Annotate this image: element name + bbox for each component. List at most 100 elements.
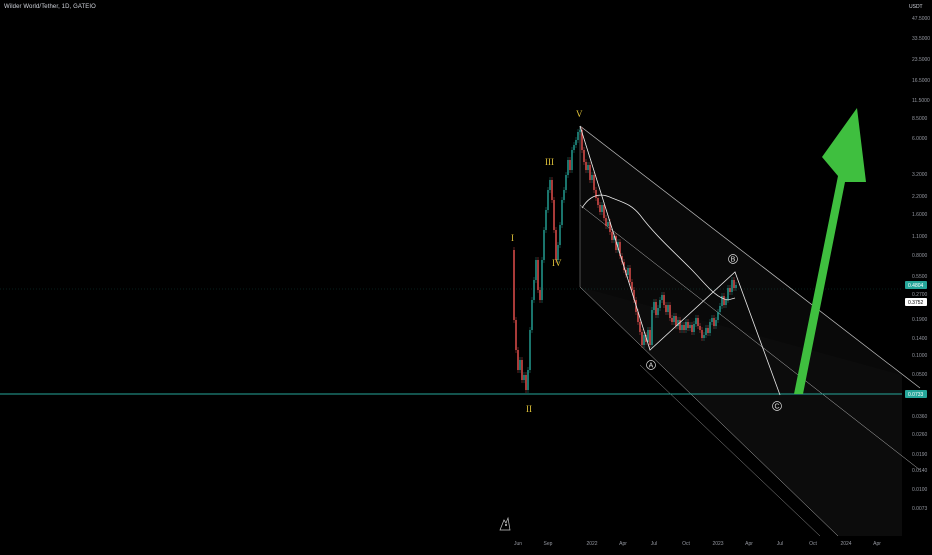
- svg-text:B: B: [731, 257, 736, 264]
- candle-body: [693, 324, 695, 332]
- candle-body: [729, 288, 731, 292]
- time-tick: Jun: [514, 541, 522, 547]
- time-tick: Apr: [745, 541, 753, 547]
- candle-body: [697, 318, 699, 326]
- candle-body: [647, 330, 649, 342]
- candle-body: [515, 320, 517, 350]
- candle-body: [707, 328, 709, 333]
- time-tick: Jul: [651, 541, 657, 547]
- time-axis[interactable]: Jun Sep 2022 Apr Jul Oct 2023 Apr Jul Oct 2024 Apr: [514, 541, 881, 547]
- price-tick: 0.1900: [912, 317, 928, 323]
- candle-body: [607, 222, 609, 226]
- candle-body: [541, 260, 543, 300]
- candle-body: [629, 268, 631, 282]
- time-tick: Jul: [777, 541, 783, 547]
- candle-body: [535, 260, 537, 280]
- wave-label-i: I: [511, 233, 514, 243]
- candle-body: [599, 205, 601, 212]
- candle-body: [713, 318, 715, 326]
- candle-body: [525, 375, 527, 390]
- candle-body: [583, 150, 585, 162]
- candle-body: [531, 300, 533, 330]
- candle-body: [513, 250, 515, 320]
- candle-body: [595, 190, 597, 198]
- candle-body: [563, 190, 565, 200]
- candle-body: [659, 300, 661, 308]
- candle-body: [577, 132, 579, 140]
- candle-body: [725, 300, 727, 305]
- candle-body: [727, 288, 729, 300]
- candle-body: [517, 350, 519, 370]
- price-tick: 1.6000: [912, 212, 928, 218]
- candle-body: [717, 312, 719, 320]
- svg-text:A: A: [649, 363, 654, 370]
- price-tick: 23.5000: [912, 57, 930, 63]
- candle-body: [735, 285, 737, 288]
- symbol-title[interactable]: Wilder World/Tether, 1D, GATEIO: [4, 4, 96, 10]
- candle-body: [561, 200, 563, 225]
- candle-body: [547, 190, 549, 210]
- price-tick: 0.0190: [912, 452, 928, 458]
- candle-body: [559, 225, 561, 245]
- price-tick: 0.0260: [912, 432, 928, 438]
- price-tick: 0.1000: [912, 353, 928, 359]
- wave-label-a: A: [646, 360, 656, 370]
- chart-canvas[interactable]: I II III IV V A B C USDT 47.5000 33.5000 2…: [0, 0, 932, 550]
- candle-body: [695, 318, 697, 324]
- candle-body: [653, 302, 655, 310]
- candle-body: [711, 318, 713, 322]
- candle-body: [715, 320, 717, 326]
- price-tick: 0.8000: [912, 253, 928, 259]
- candle-body: [555, 230, 557, 260]
- candle-body: [553, 200, 555, 230]
- candle-body: [667, 305, 669, 312]
- candle-body: [603, 205, 605, 218]
- price-tick: 16.5000: [912, 78, 930, 84]
- candle-body: [579, 130, 581, 132]
- candle-body: [651, 310, 653, 345]
- candle-body: [671, 318, 673, 322]
- time-tick: 2023: [712, 541, 723, 547]
- candle-body: [639, 322, 641, 332]
- time-tick: Sep: [544, 541, 553, 547]
- price-axis[interactable]: USDT 47.5000 33.5000 23.5000 16.5000 11.5000…: [909, 4, 930, 512]
- candle-body: [675, 316, 677, 326]
- candle-body: [585, 162, 587, 170]
- candle-body: [733, 280, 735, 288]
- candle-body: [709, 322, 711, 333]
- candle-body: [529, 330, 531, 370]
- price-tick: 47.5000: [912, 16, 930, 22]
- price-tick: 6.0000: [912, 136, 928, 142]
- candle-body: [685, 322, 687, 330]
- candle-body: [537, 260, 539, 290]
- price-tick: 0.0140: [912, 468, 928, 474]
- price-tick: 1.1000: [912, 234, 928, 240]
- candle-body: [673, 316, 675, 322]
- candle-body: [669, 305, 671, 318]
- candle-body: [699, 326, 701, 330]
- candle-body: [641, 332, 643, 345]
- candle-body: [593, 175, 595, 190]
- chart-pane[interactable]: I II III IV V A B C USDT 47.5000 33.5000 2…: [0, 0, 932, 550]
- price-tag-label: 0.0733: [908, 392, 924, 398]
- wave-label-iii: III: [545, 157, 554, 167]
- time-tick: Oct: [809, 541, 817, 547]
- candle-body: [703, 335, 705, 338]
- candle-body: [661, 295, 663, 300]
- candle-body: [571, 150, 573, 170]
- candle-body: [657, 308, 659, 315]
- candle-body: [701, 330, 703, 338]
- price-tag-label: 0.3752: [908, 300, 924, 306]
- candle-body: [575, 140, 577, 145]
- candle-body: [573, 145, 575, 150]
- tradingview-logo-icon: [499, 516, 511, 531]
- candle-body: [589, 165, 591, 180]
- candle-body: [549, 180, 551, 190]
- candle-body: [527, 370, 529, 390]
- price-tick: 0.2700: [912, 292, 928, 298]
- price-tick: 2.2000: [912, 194, 928, 200]
- candle-body: [565, 175, 567, 190]
- candle-body: [605, 218, 607, 226]
- candle-body: [627, 268, 629, 275]
- candle-body: [655, 302, 657, 315]
